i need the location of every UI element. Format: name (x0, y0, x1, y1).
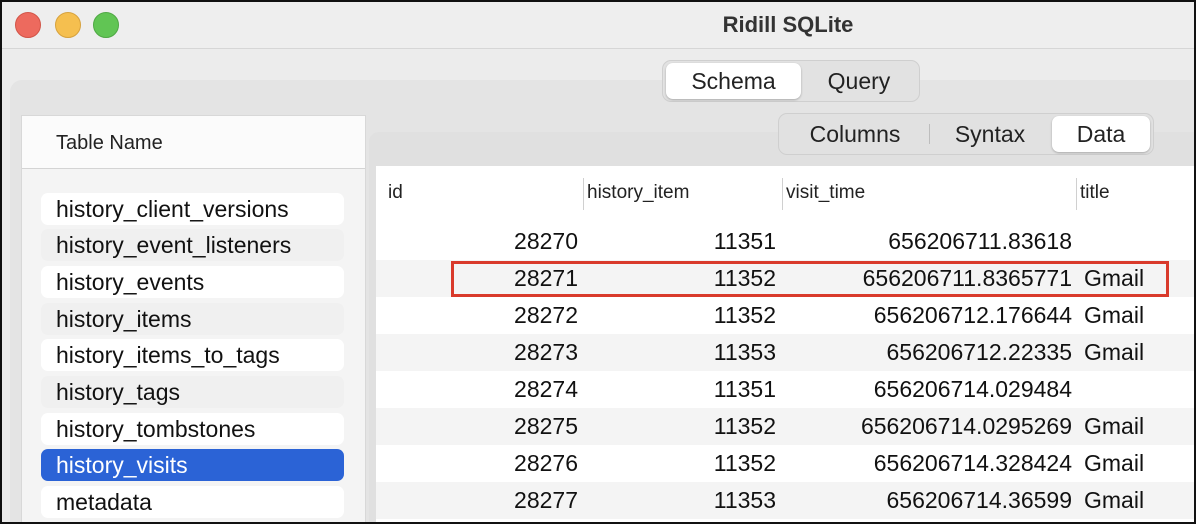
column-header-visit-time[interactable]: visit_time (786, 182, 865, 204)
tab-syntax[interactable]: Syntax (935, 116, 1045, 152)
cell-history-item: 11351 (713, 376, 776, 402)
cell-id: 28277 (514, 487, 578, 513)
column-divider[interactable] (583, 178, 584, 210)
table-row[interactable]: 28272 11352 656206712.176644 Gmail (376, 297, 1194, 334)
highlighted-row-outline (451, 261, 1169, 297)
table-item-history-client-versions[interactable]: history_client_versions (41, 193, 344, 225)
cell-id: 28272 (514, 302, 578, 328)
column-header-title[interactable]: title (1080, 182, 1110, 204)
table-list-sidebar: Table Name history_client_versions histo… (21, 115, 366, 522)
title-bar: Ridill SQLite (2, 2, 1194, 49)
table-item-history-events[interactable]: history_events (41, 266, 344, 298)
tab-data[interactable]: Data (1052, 116, 1150, 152)
cell-history-item: 11352 (713, 302, 776, 328)
cell-title: Gmail (1084, 487, 1145, 513)
cell-title: Gmail (1084, 450, 1145, 476)
cell-history-item: 11351 (713, 228, 776, 254)
cell-history-item: 11353 (713, 339, 776, 365)
cell-visit-time: 656206714.328424 (873, 450, 1072, 476)
table-row[interactable]: 28276 11352 656206714.328424 Gmail (376, 445, 1194, 482)
tab-query[interactable]: Query (804, 63, 914, 99)
cell-id: 28276 (514, 450, 578, 476)
table-row[interactable]: 28277 11353 656206714.36599 Gmail (376, 482, 1194, 519)
cell-history-item: 11352 (713, 413, 776, 439)
cell-visit-time: 656206714.0295269 (860, 413, 1072, 439)
table-row[interactable]: 28270 11351 656206711.83618 (376, 223, 1194, 260)
cell-id: 28274 (514, 376, 578, 402)
view-mode-segmented-control: Schema Query (662, 60, 920, 102)
column-header-history-item[interactable]: history_item (587, 182, 689, 204)
table-row[interactable]: 28275 11352 656206714.0295269 Gmail (376, 408, 1194, 445)
tab-schema[interactable]: Schema (666, 63, 801, 99)
cell-visit-time: 656206714.029484 (873, 376, 1072, 402)
column-divider[interactable] (1076, 178, 1077, 210)
cell-id: 28275 (514, 413, 578, 439)
tab-columns[interactable]: Columns (785, 116, 925, 152)
table-item-history-event-listeners[interactable]: history_event_listeners (41, 229, 344, 261)
table-item-metadata[interactable]: metadata (41, 486, 344, 518)
cell-id: 28270 (514, 228, 578, 254)
column-header-id[interactable]: id (388, 182, 403, 204)
cell-visit-time: 656206714.36599 (886, 487, 1072, 513)
cell-title: Gmail (1084, 339, 1145, 365)
cell-history-item: 11352 (713, 450, 776, 476)
table-item-history-tombstones[interactable]: history_tombstones (41, 413, 344, 445)
table-row[interactable]: 28273 11353 656206712.22335 Gmail (376, 334, 1194, 371)
data-grid[interactable]: id history_item visit_time title 28270 1… (376, 166, 1194, 522)
cell-visit-time: 656206712.176644 (873, 302, 1072, 328)
segment-divider (929, 124, 930, 144)
cell-visit-time: 656206712.22335 (886, 339, 1072, 365)
app-window: Ridill SQLite Schema Query Table Name hi… (0, 0, 1196, 524)
table-item-history-visits[interactable]: history_visits (41, 449, 344, 481)
detail-mode-segmented-control: Columns Syntax Data (778, 113, 1154, 155)
table-item-history-items-to-tags[interactable]: history_items_to_tags (41, 339, 344, 371)
column-divider[interactable] (782, 178, 783, 210)
cell-title (1084, 371, 1194, 408)
cell-title: Gmail (1084, 302, 1145, 328)
cell-history-item: 11353 (713, 487, 776, 513)
cell-title: Gmail (1084, 413, 1145, 439)
cell-id: 28273 (514, 339, 578, 365)
table-row[interactable]: 28274 11351 656206714.029484 (376, 371, 1194, 408)
table-item-history-items[interactable]: history_items (41, 303, 344, 335)
window-title: Ridill SQLite (722, 12, 854, 37)
table-list-header: Table Name (22, 116, 365, 169)
table-name-column-header: Table Name (56, 132, 163, 154)
cell-visit-time: 656206711.83618 (888, 228, 1072, 254)
cell-title (1084, 223, 1194, 260)
table-item-history-tags[interactable]: history_tags (41, 376, 344, 408)
